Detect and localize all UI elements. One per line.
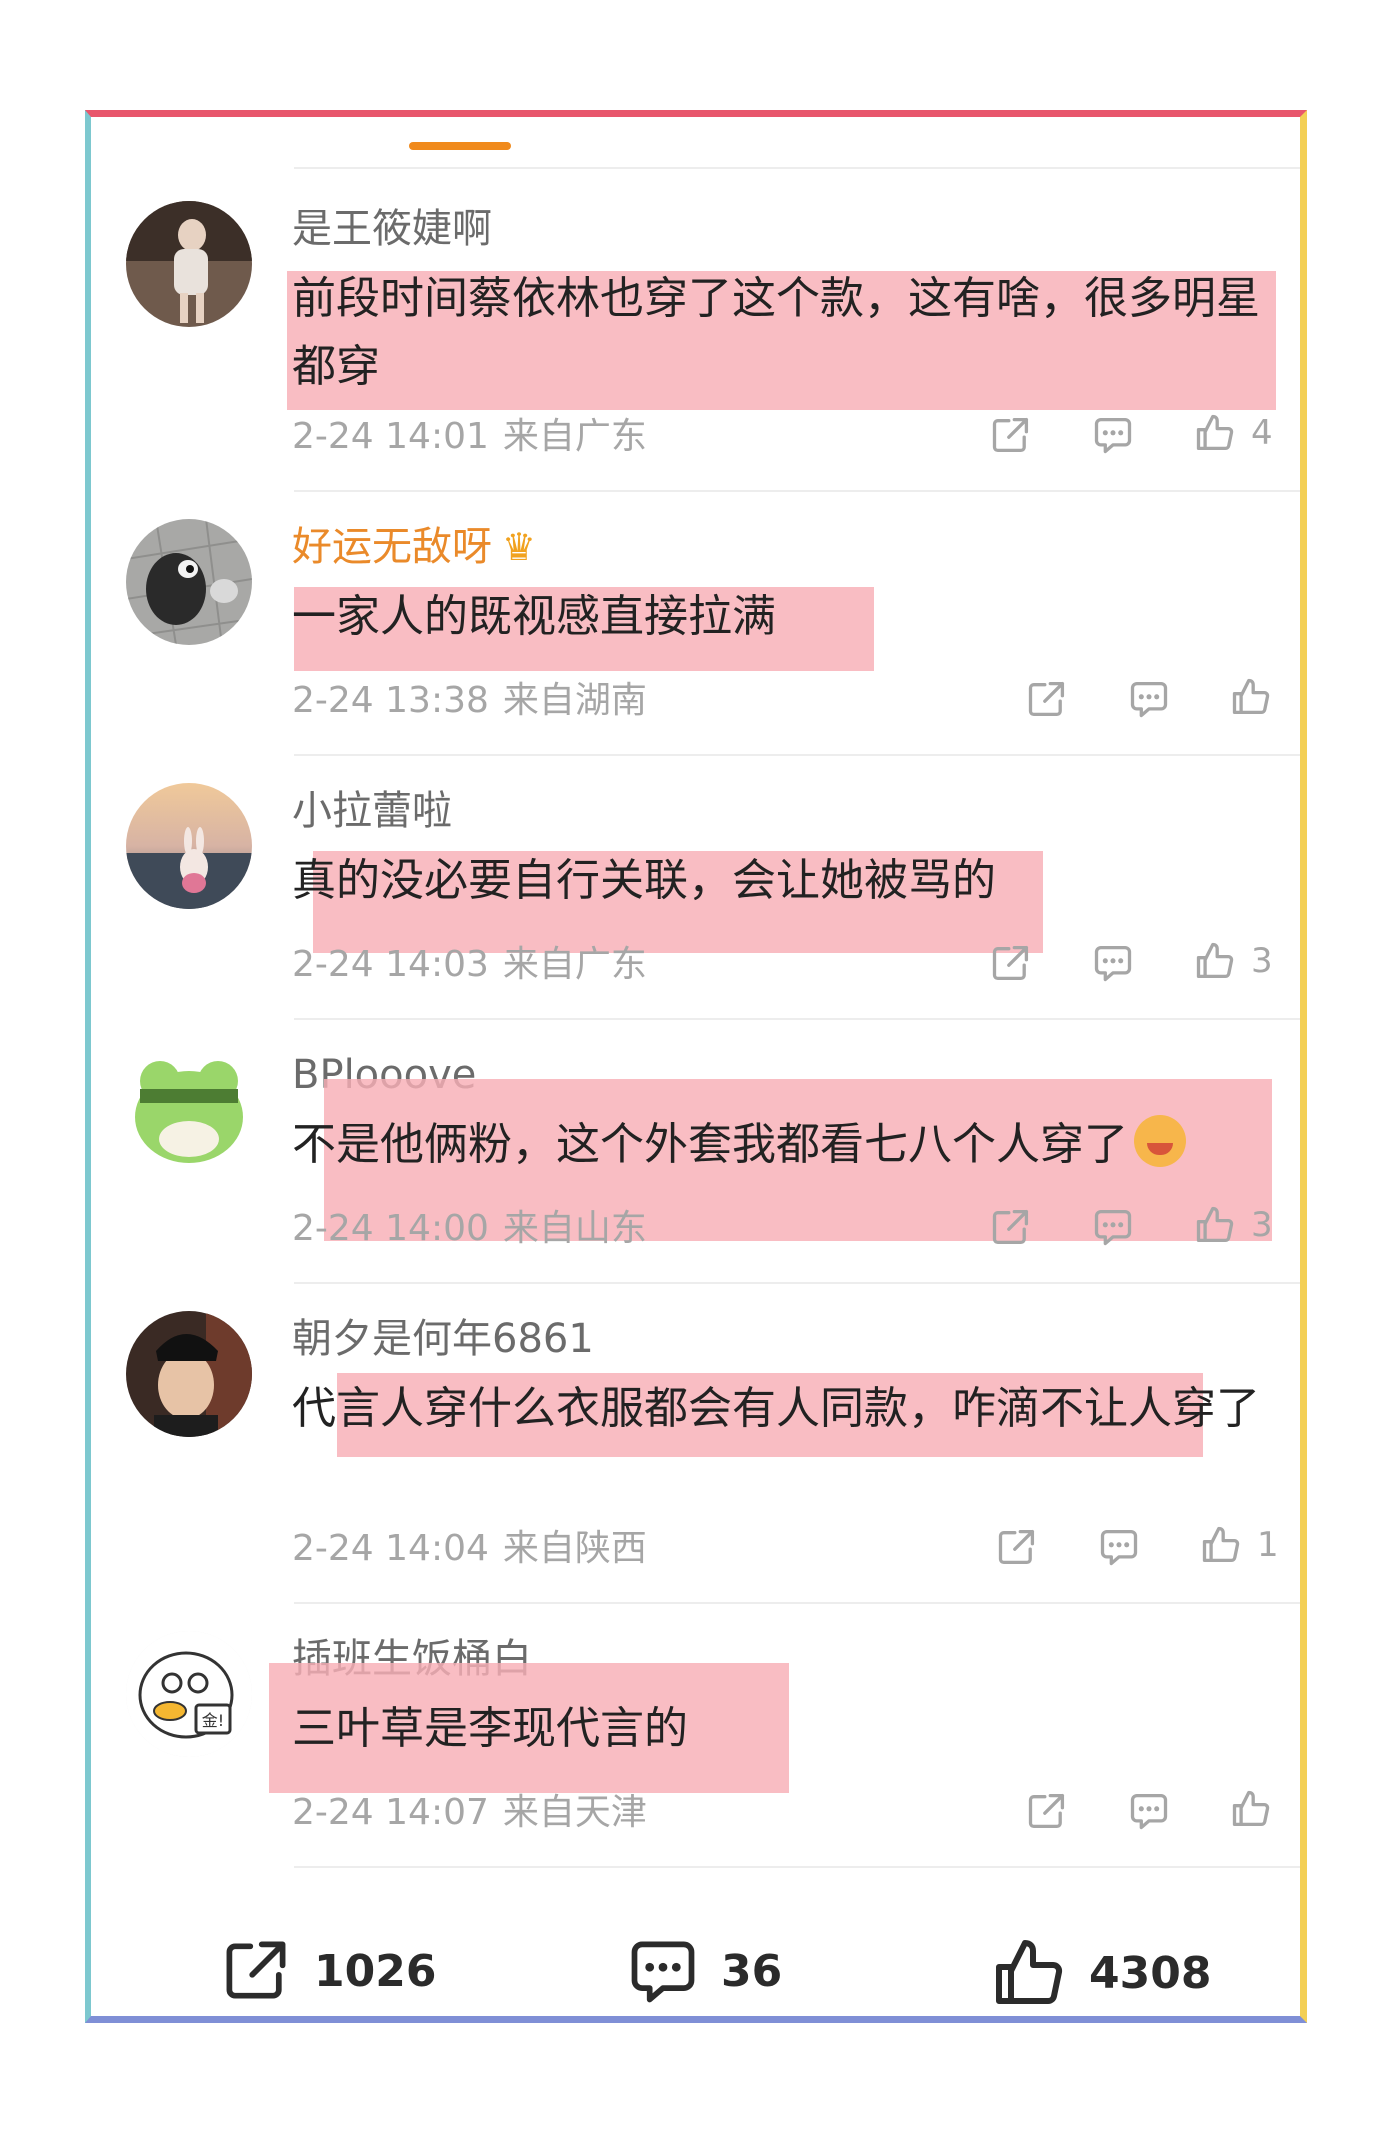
comment-icon [1130,1793,1168,1830]
comment-icon [1094,1209,1132,1246]
share-button[interactable] [989,1205,1033,1249]
like-button[interactable]: 4 [1193,411,1273,455]
comment-time: 2-24 14:04 [292,1528,489,1569]
comment-meta: 2-24 14:04 来自陕西 [292,1527,647,1571]
share-icon [1028,1793,1065,1829]
share-button[interactable] [995,1525,1039,1569]
comment-text: 不是他俩粉，这个外套我都看七八个人穿了 [292,1111,1260,1179]
share-icon [992,945,1029,981]
comment-location: 来自广东 [502,416,647,457]
reply-button[interactable] [1091,413,1135,457]
share-icon [226,1941,286,1999]
reply-button[interactable] [1097,1525,1141,1569]
avatar[interactable] [126,1311,252,1437]
share-button[interactable] [989,941,1033,985]
thumbs-up-icon [1196,942,1234,979]
share-icon [992,1209,1029,1245]
comment-icon [1100,1529,1138,1566]
share-button[interactable] [1025,677,1069,721]
comment-meta: 2-24 14:00 来自山东 [292,1207,647,1251]
comment-text: 前段时间蔡依林也穿了这个款，这有啥，很多明星都穿 [292,273,1260,392]
divider [294,1282,1300,1284]
username[interactable]: 好运无敌呀 ♛ [292,523,536,571]
username[interactable]: 朝夕是何年6861 [292,1315,594,1363]
share-icon [1028,681,1065,717]
share-button[interactable] [989,413,1033,457]
comment-text: 三叶草是李现代言的 [292,1703,688,1754]
username-text: 好运无敌呀 [292,524,492,570]
thumbs-up-icon [1202,1526,1240,1563]
divider [294,1866,1300,1868]
laughing-crying-emoji-icon [1134,1115,1186,1167]
reply-button[interactable] [1127,677,1171,721]
share-icon [998,1529,1035,1565]
avatar[interactable] [126,519,252,645]
comment-time: 2-24 14:00 [292,1208,489,1249]
comment-time: 2-24 14:01 [292,416,489,457]
tab-indicator [409,142,511,150]
like-count: 3 [1251,1205,1273,1245]
comment-meta: 2-24 14:01 来自广东 [292,415,647,459]
comment-meta: 2-24 14:07 来自天津 [292,1791,647,1835]
repost-button[interactable]: 1026 [218,1933,436,2009]
like-post-button[interactable]: 4308 [989,1933,1211,2013]
avatar[interactable] [126,201,252,327]
like-count: 1 [1257,1525,1279,1565]
comment-button[interactable]: 36 [625,1933,782,2009]
comment-icon [1130,681,1168,718]
divider [294,1602,1300,1604]
divider [294,754,1300,756]
comment-text-body: 不是他俩粉，这个外套我都看七八个人穿了 [292,1119,1128,1170]
thumbs-up-icon [996,1940,1063,2004]
comment-meta: 2-24 13:38 来自湖南 [292,679,647,723]
crown-icon: ♛ [502,525,537,569]
like-button[interactable]: 3 [1193,1203,1273,1247]
like-count: 4 [1251,413,1273,453]
share-icon [992,417,1029,453]
reply-button[interactable] [1091,1205,1135,1249]
like-count: 3 [1251,941,1273,981]
comment-location: 来自陕西 [502,1528,647,1569]
comment-time: 2-24 14:03 [292,944,489,985]
comment-meta: 2-24 14:03 来自广东 [292,943,647,987]
reply-button[interactable] [1127,1789,1171,1833]
username[interactable]: 是王筱婕啊 [292,205,492,253]
divider [294,490,1300,492]
comment-icon [1094,945,1132,982]
comment-icon [1094,417,1132,454]
divider [294,1018,1300,1020]
like-button[interactable]: 1 [1199,1523,1279,1567]
weibo-comment-panel: 是王筱婕啊 前段时间蔡依林也穿了这个款，这有啥，很多明星都穿 2-24 14:0… [85,110,1307,2023]
comment-text: 真的没必要自行关联，会让她被骂的 [292,855,996,906]
thumbs-up-icon [1232,1790,1270,1827]
bottom-action-bar: 1026 36 4308 [91,1895,1300,2023]
comment-location: 来自广东 [502,944,647,985]
repost-count: 1026 [314,1945,437,1997]
like-button[interactable] [1229,675,1287,719]
comment-time: 2-24 13:38 [292,680,489,721]
username[interactable]: 小拉蕾啦 [292,787,452,835]
comment-text: 代言人穿什么衣服都会有人同款，咋滴不让人穿了 [292,1383,1260,1434]
avatar[interactable]: 金! [126,1631,252,1757]
comment-icon [631,1941,695,2003]
comment-location: 来自天津 [502,1792,647,1833]
avatar[interactable] [126,1047,252,1173]
share-button[interactable] [1025,1789,1069,1833]
like-button[interactable]: 3 [1193,939,1273,983]
thumbs-up-icon [1196,1206,1234,1243]
avatar[interactable] [126,783,252,909]
comment-text: 一家人的既视感直接拉满 [292,591,776,642]
comment-location: 来自湖南 [502,680,647,721]
divider [294,167,1300,169]
thumbs-up-icon [1196,414,1234,451]
like-button[interactable] [1229,1787,1287,1831]
comment-count: 36 [721,1945,783,1997]
reply-button[interactable] [1091,941,1135,985]
comment-time: 2-24 14:07 [292,1792,489,1833]
thumbs-up-icon [1232,678,1270,715]
comment-location: 来自山东 [502,1208,647,1249]
svg-text:金!: 金! [202,1711,224,1730]
like-post-count: 4308 [1089,1947,1212,1999]
